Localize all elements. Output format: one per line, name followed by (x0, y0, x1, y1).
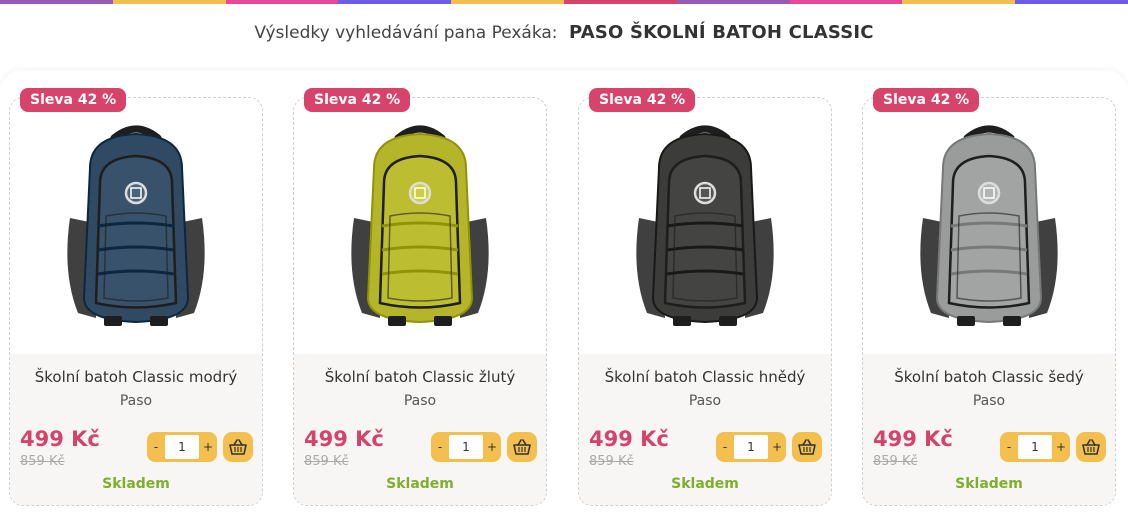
stock-status: Skladem (955, 476, 1023, 492)
backpack-icon (920, 125, 1058, 326)
add-to-cart-button[interactable] (507, 432, 537, 462)
product-brand: Paso (972, 393, 1006, 409)
quantity-stepper: - 1 + (716, 432, 786, 462)
increase-quantity-button[interactable]: + (483, 432, 501, 462)
product-name[interactable]: Školní batoh Classic hnědý (579, 368, 831, 386)
quantity-input[interactable]: 1 (165, 435, 199, 459)
quantity-input[interactable]: 1 (1018, 435, 1052, 459)
add-to-cart-button[interactable] (223, 432, 253, 462)
search-results-label: Výsledky vyhledávání pana Pexáka: (254, 23, 558, 43)
basket-icon (798, 439, 816, 455)
quantity-stepper: - 1 + (1000, 432, 1070, 462)
product-image[interactable] (10, 98, 262, 354)
increase-quantity-button[interactable]: + (199, 432, 217, 462)
backpack-icon (67, 125, 205, 326)
product-price: 499 Kč (304, 427, 384, 451)
product-card[interactable]: Školní batoh Classic žlutý Paso 499 Kč 8… (293, 97, 547, 506)
product-card[interactable]: Školní batoh Classic šedý Paso 499 Kč 85… (862, 97, 1116, 506)
product-price: 499 Kč (873, 427, 953, 451)
quantity-stepper: - 1 + (147, 432, 217, 462)
increase-quantity-button[interactable]: + (768, 432, 786, 462)
product-old-price: 859 Kč (589, 454, 634, 469)
product-card[interactable]: Školní batoh Classic hnědý Paso 499 Kč 8… (578, 97, 832, 506)
discount-badge: Sleva 42 % (873, 88, 980, 112)
decrease-quantity-button[interactable]: - (1000, 432, 1018, 462)
discount-badge: Sleva 42 % (589, 88, 696, 112)
product-name[interactable]: Školní batoh Classic žlutý (294, 368, 546, 386)
product-old-price: 859 Kč (873, 454, 918, 469)
add-to-cart-button[interactable] (792, 432, 822, 462)
decrease-quantity-button[interactable]: - (716, 432, 734, 462)
search-query: PASO ŠKOLNÍ BATOH CLASSIC (568, 22, 874, 43)
quantity-stepper: - 1 + (431, 432, 501, 462)
product-brand: Paso (688, 393, 722, 409)
basket-icon (1082, 439, 1100, 455)
backpack-icon (636, 125, 774, 326)
product-image[interactable] (294, 98, 546, 354)
discount-badge: Sleva 42 % (304, 88, 411, 112)
increase-quantity-button[interactable]: + (1052, 432, 1070, 462)
product-old-price: 859 Kč (304, 454, 349, 469)
search-results-heading: Výsledky vyhledávání pana Pexáka: PASO Š… (0, 22, 1128, 43)
basket-icon (513, 439, 531, 455)
quantity-input[interactable]: 1 (449, 435, 483, 459)
quantity-input[interactable]: 1 (734, 435, 768, 459)
product-brand: Paso (403, 393, 437, 409)
discount-badge: Sleva 42 % (20, 88, 127, 112)
decrease-quantity-button[interactable]: - (147, 432, 165, 462)
decrease-quantity-button[interactable]: - (431, 432, 449, 462)
product-price: 499 Kč (20, 427, 100, 451)
stock-status: Skladem (671, 476, 739, 492)
basket-icon (229, 439, 247, 455)
product-name[interactable]: Školní batoh Classic šedý (863, 368, 1115, 386)
product-image[interactable] (863, 98, 1115, 354)
product-name[interactable]: Školní batoh Classic modrý (10, 368, 262, 386)
backpack-icon (351, 125, 489, 326)
add-to-cart-button[interactable] (1076, 432, 1106, 462)
product-card[interactable]: Školní batoh Classic modrý Paso 499 Kč 8… (9, 97, 263, 506)
stock-status: Skladem (386, 476, 454, 492)
product-brand: Paso (119, 393, 153, 409)
stock-status: Skladem (102, 476, 170, 492)
product-old-price: 859 Kč (20, 454, 65, 469)
product-price: 499 Kč (589, 427, 669, 451)
product-image[interactable] (579, 98, 831, 354)
